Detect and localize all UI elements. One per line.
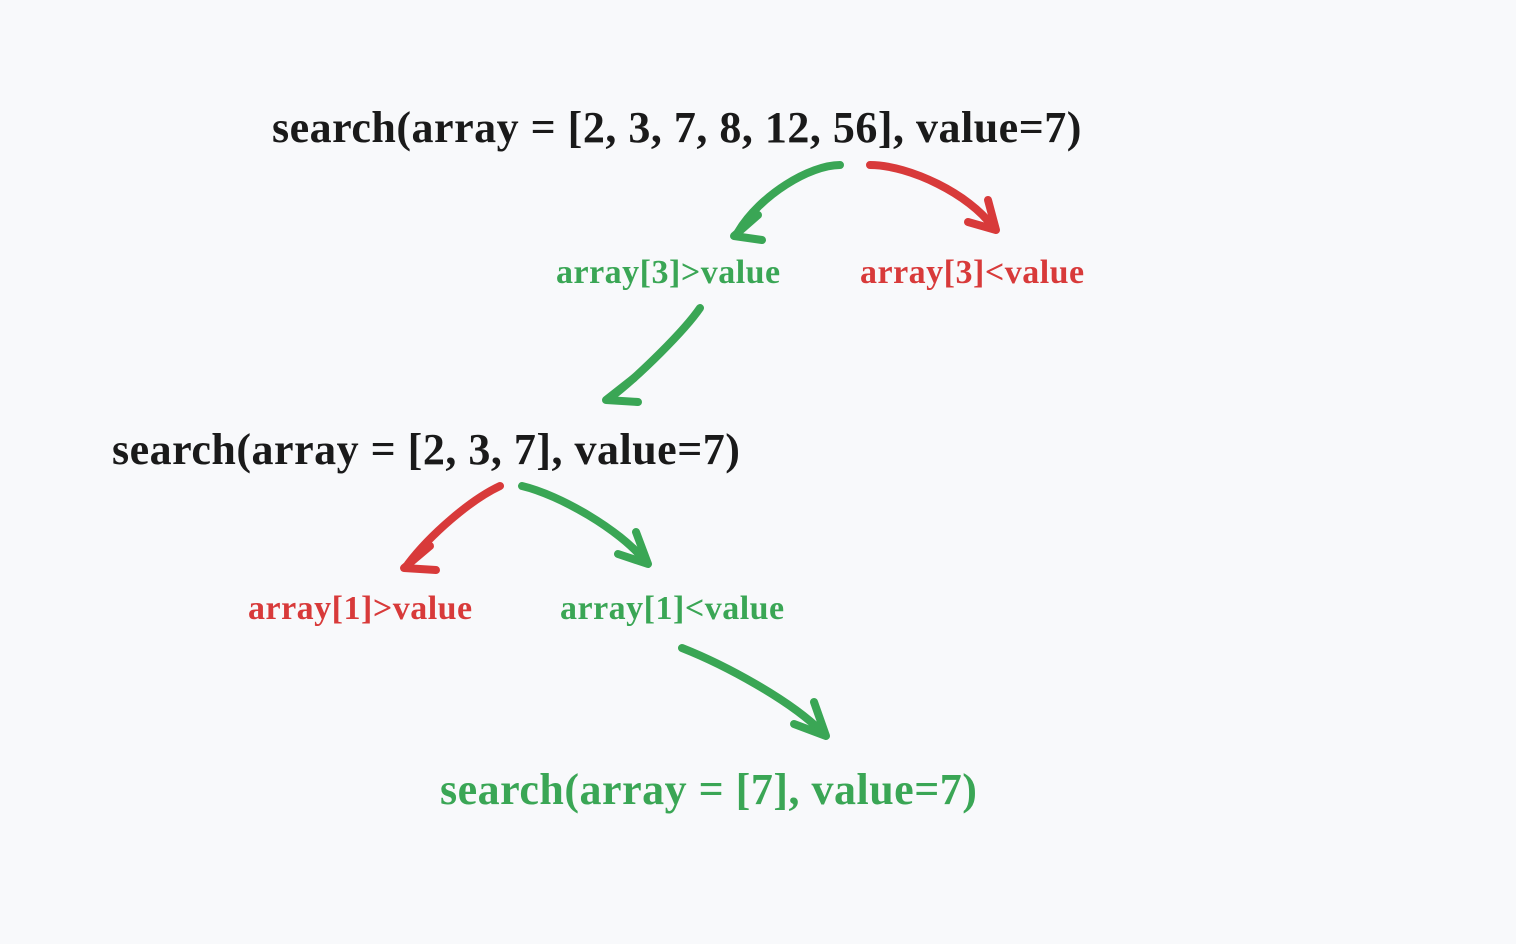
diagram-stage: search(array = [2, 3, 7, 8, 12, 56], val… xyxy=(0,0,1516,944)
arrow-2-right-icon xyxy=(510,480,670,580)
condition-2-right: array[1]<value xyxy=(560,590,785,628)
condition-2-left: array[1]>value xyxy=(248,590,473,628)
arrow-1-right-icon xyxy=(860,160,1020,250)
condition-1-left: array[3]>value xyxy=(556,254,781,292)
call-level-1: search(array = [2, 3, 7, 8, 12, 56], val… xyxy=(272,102,1082,153)
call-level-3: search(array = [7], value=7) xyxy=(440,764,977,815)
arrow-cond2-to-call3-icon xyxy=(670,640,850,750)
call-level-2: search(array = [2, 3, 7], value=7) xyxy=(112,424,740,475)
arrow-2-left-icon xyxy=(390,480,530,580)
condition-1-right: array[3]<value xyxy=(860,254,1085,292)
arrow-1-left-icon xyxy=(720,160,880,250)
arrow-cond1-to-call2-icon xyxy=(590,300,720,410)
